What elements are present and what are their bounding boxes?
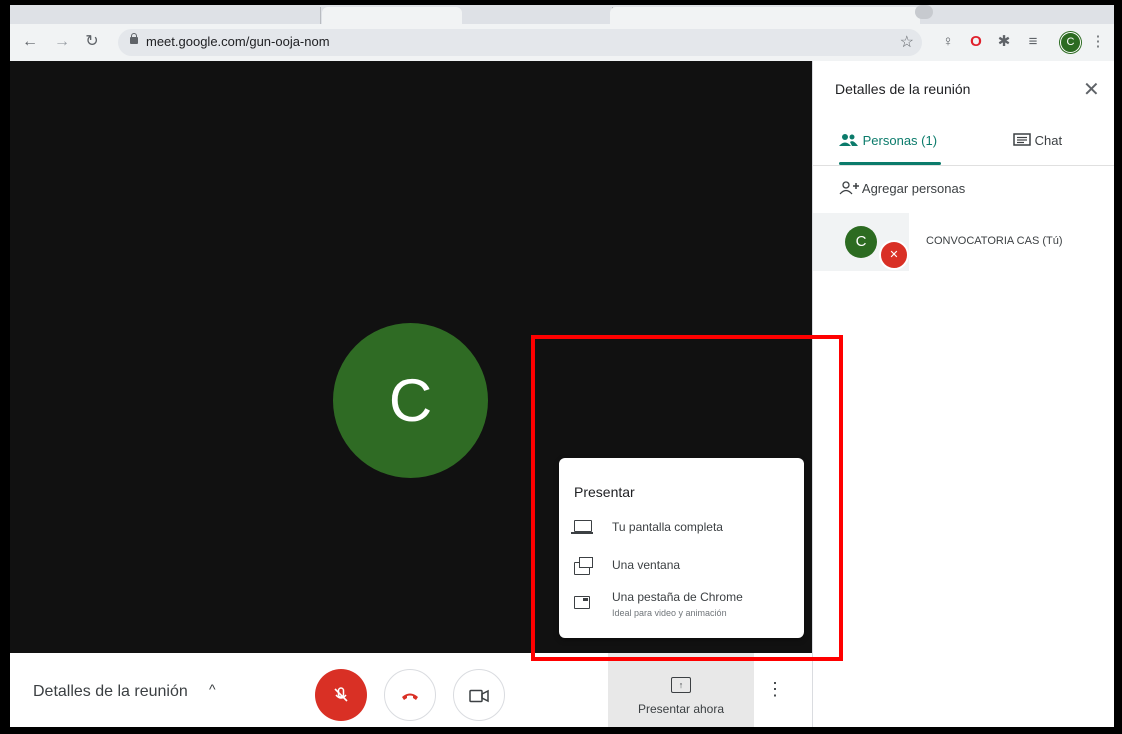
tab-chat-label: Chat	[1034, 133, 1063, 148]
participant-name: CONVOCATORIA CAS (Tú)	[926, 235, 1063, 247]
opera-extension-icon[interactable]: O	[966, 32, 986, 52]
add-people-button[interactable]: Agregar personas	[839, 181, 965, 196]
chat-icon	[1013, 133, 1031, 146]
url-text: meet.google.com/gun-ooja-nom	[146, 34, 330, 49]
main-avatar: C	[333, 323, 488, 478]
bottom-controls-bar: Detalles de la reunión ^ ↑ Presentar aho…	[10, 653, 812, 727]
meeting-details-panel: Detalles de la reunión ✕ Personas (1) Ch…	[812, 61, 1114, 727]
participant-avatar: C	[845, 226, 877, 258]
media-controls-icon[interactable]: ≡	[1023, 32, 1043, 52]
forward-arrow-icon[interactable]: →	[52, 32, 72, 52]
browser-window: ← → ↻ meet.google.com/gun-ooja-nom ☆ ♀ O…	[10, 5, 1114, 727]
video-camera-icon	[469, 689, 489, 703]
browser-tab[interactable]	[610, 7, 920, 24]
tab-people[interactable]: Personas (1)	[839, 133, 937, 148]
add-person-icon	[839, 181, 859, 195]
panel-title: Detalles de la reunión	[835, 81, 971, 97]
browser-toolbar: ← → ↻ meet.google.com/gun-ooja-nom ☆ ♀ O…	[10, 24, 1114, 62]
close-icon[interactable]: ✕	[1083, 77, 1100, 102]
browser-tab-active[interactable]	[322, 7, 462, 24]
present-screen-icon: ↑	[671, 677, 691, 693]
new-tab-button[interactable]	[915, 5, 933, 19]
annotation-highlight-box	[531, 335, 843, 661]
browser-tab[interactable]	[10, 7, 171, 24]
people-icon	[839, 134, 858, 146]
camera-toggle-button[interactable]	[453, 669, 505, 721]
address-bar[interactable]: meet.google.com/gun-ooja-nom ☆	[118, 29, 922, 56]
bookmark-star-icon[interactable]: ☆	[900, 32, 914, 52]
hang-up-button[interactable]	[384, 669, 436, 721]
browser-tab[interactable]	[462, 7, 613, 24]
muted-mic-icon: ✕	[879, 240, 909, 270]
reload-icon[interactable]: ↻	[82, 32, 102, 52]
profile-avatar[interactable]: C	[1060, 32, 1081, 53]
puzzle-extensions-icon[interactable]: ✱	[994, 32, 1014, 52]
add-people-label: Agregar personas	[861, 181, 966, 196]
more-options-icon[interactable]: ⋮	[766, 679, 784, 700]
phone-hangup-icon	[402, 693, 418, 700]
chevron-up-icon[interactable]: ^	[209, 681, 216, 697]
tab-people-label: Personas (1)	[862, 133, 938, 148]
browser-menu-icon[interactable]: ⋮	[1088, 32, 1108, 52]
extension-icon[interactable]: ♀	[938, 32, 958, 52]
mic-toggle-button[interactable]	[315, 669, 367, 721]
back-arrow-icon[interactable]: ←	[20, 32, 40, 52]
meeting-details-button[interactable]: Detalles de la reunión	[33, 683, 188, 701]
tab-strip	[10, 5, 1114, 24]
present-now-button[interactable]: ↑ Presentar ahora	[608, 653, 754, 727]
browser-tab[interactable]	[170, 7, 321, 24]
tab-chat[interactable]: Chat	[1013, 133, 1062, 148]
participant-row[interactable]: C ✕ CONVOCATORIA CAS (Tú)	[813, 213, 1114, 271]
present-now-label: Presentar ahora	[637, 702, 725, 716]
active-tab-indicator	[839, 162, 941, 165]
mic-off-icon	[334, 687, 348, 702]
panel-tabs: Personas (1) Chat	[813, 121, 1114, 166]
lock-icon	[130, 33, 138, 44]
